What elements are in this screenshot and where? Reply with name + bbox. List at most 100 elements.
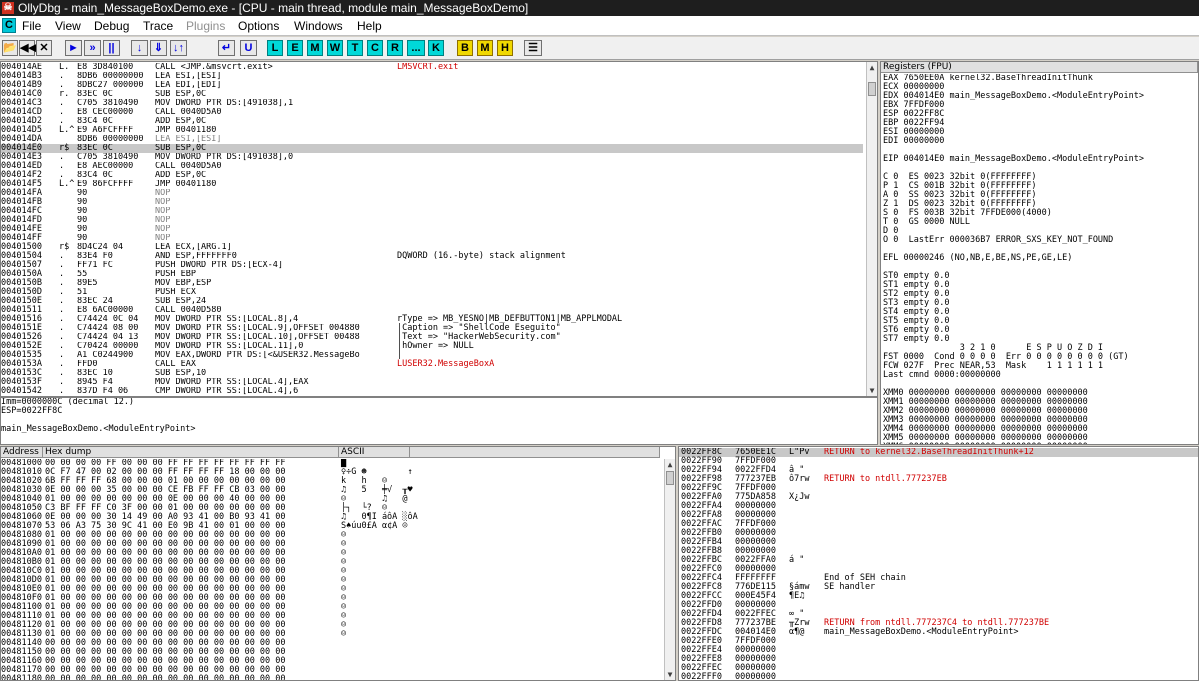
disasm-row[interactable]: 004014B9. 8DBC27 000000 LEA EDI,[EDI] [1,81,863,90]
open-file-icon[interactable]: 📂 [2,40,18,56]
window-button-t[interactable]: T [347,40,363,56]
disasm-row[interactable]: 00401542. 837D F4 06 CMP DWORD PTR SS:[LOC… [1,387,863,396]
trace-into-icon[interactable]: ⇓ [150,40,167,56]
scroll-up-icon[interactable]: ▲ [867,62,877,73]
disasm-row[interactable]: 004014F5 L.^ E9 86FCFFFF JMP 00401180 [1,180,863,189]
disasm-row[interactable]: 004014C3. C705 3810490 MOV DWORD PTR DS:[4… [1,99,863,108]
disasm-hex: C705 3810490 [77,99,139,108]
window-button-k[interactable]: K [428,40,444,56]
disasm-row[interactable]: 0040153A. FFD0 CALL EAX LUSER32.MessageBoxA [1,360,863,369]
register-line[interactable]: EDI 00000000 [883,137,1197,146]
disasm-row[interactable]: 004014D5 L.^ E9 A6FCFFFF JMP 00401180 [1,126,863,135]
disasm-row[interactable]: 0040150D. 51 PUSH ECX [1,288,863,297]
run-icon[interactable]: ► [65,40,82,56]
dump-ascii: S♠úu0£A α¢A ☺ [341,521,408,531]
register-line[interactable]: EIP 004014E0 main_MessageBoxDemo.<Module… [883,155,1197,164]
disasm-row[interactable]: 004014E0 r$ 83EC 0C SUB ESP,0C [1,144,863,153]
menu-help[interactable]: Help [357,16,382,36]
register-line[interactable]: Last cmnd 0000:00000000 [883,371,1197,380]
register-line[interactable]: XMM6 00000000 00000000 00000000 00000000 [883,443,1197,445]
user-code-icon[interactable]: U [240,40,257,56]
disasm-row[interactable]: 0040150A. 55 PUSH EBP [1,270,863,279]
menu-view[interactable]: View [55,16,81,36]
menu-trace[interactable]: Trace [143,16,173,36]
window-button-dots[interactable]: ... [407,40,425,56]
disasm-row[interactable]: 004014AE L. E8 3D840100 CALL <JMP.&msvcrt.e… [1,63,863,72]
window-button-h[interactable]: H [497,40,513,56]
window-button-w[interactable]: W [327,40,343,56]
disassembly-pane[interactable]: 004014AE L. E8 3D840100 CALL <JMP.&msvcrt.e… [0,61,878,397]
disasm-row[interactable]: 004014C0 r. 83EC 0C SUB ESP,0C [1,90,863,99]
disasm-row[interactable]: 0040153C. 83EC 10 SUB ESP,10 [1,369,863,378]
disasm-row[interactable]: 0040153F. 8945 F4 MOV DWORD PTR SS:[LOCAL.… [1,378,863,387]
dump-header-hex[interactable]: Hex dump [43,447,339,458]
disasm-hex: 90 [77,234,88,243]
disasm-row[interactable]: 004014FE 90 NOP [1,225,863,234]
window-button-m[interactable]: M [477,40,493,56]
dump-row[interactable]: 00481180 00 00 00 00 00 00 00 00 00 00 00… [1,675,659,681]
stack-row[interactable]: 0022FFF0 00000000 [679,673,1198,681]
disasm-instruction: CALL 0040D580 [155,306,222,315]
register-line[interactable]: T 0 GS 0000 NULL [883,218,1197,227]
disasm-row[interactable]: 004014D2. 83C4 0C ADD ESP,0C [1,117,863,126]
dump-scrollbar[interactable]: ▲ ▼ [664,459,675,680]
memory-dump-pane[interactable]: Address Hex dump ASCII 00481000 00 00 00 … [0,446,676,681]
disasm-row[interactable]: 0040152E. C70424 00000 MOV DWORD PTR SS:[L… [1,342,863,351]
disasm-instruction: CALL EAX [155,360,196,369]
registers-pane[interactable]: Registers (FPU) EAX 7650EE0A kernel32.Ba… [880,61,1199,445]
cpu-window-c-icon[interactable]: C [2,18,16,33]
disasm-hex: C74424 04 13 [77,333,139,342]
window-button-m[interactable]: M [307,40,323,56]
disasm-row[interactable]: 0040150B. 89E5 MOV EBP,ESP [1,279,863,288]
dump-header-ascii[interactable]: ASCII [339,447,410,458]
scroll-down-icon[interactable]: ▼ [867,385,877,396]
register-line[interactable]: EFL 00000246 (NO,NB,E,BE,NS,PE,GE,LE) [883,254,1197,263]
ollydbg-app-icon[interactable]: ☠ [2,2,14,14]
window-title-bar[interactable]: OllyDbg - main_MessageBoxDemo.exe - [CPU… [0,0,1199,16]
window-button-l[interactable]: L [267,40,283,56]
disasm-hex: 90 [77,225,88,234]
disasm-row[interactable]: 004014FB 90 NOP [1,198,863,207]
list-view-icon[interactable]: ☰ [524,40,542,56]
window-button-r[interactable]: R [387,40,403,56]
close-icon[interactable]: ✕ [36,40,52,56]
registers-header[interactable]: Registers (FPU) [881,62,1198,73]
menu-file[interactable]: File [22,16,41,36]
window-button-b[interactable]: B [457,40,473,56]
menu-windows[interactable]: Windows [294,16,343,36]
disasm-row[interactable]: 004014CD. E8 CEC00000 CALL 0040D5A0 [1,108,863,117]
disasm-row[interactable]: 004014FD 90 NOP [1,216,863,225]
register-line[interactable]: O 0 LastErr 000036B7 ERROR_SXS_KEY_NOT_F… [883,236,1197,245]
disasm-row[interactable]: 00401507. FF71 FC PUSH DWORD PTR DS:[ECX-4… [1,261,863,270]
trace-over-icon[interactable]: ↓↑ [170,40,187,56]
disasm-row[interactable]: 004014B3. 8DB6 00000000 LEA ESI,[ESI] [1,72,863,81]
disasm-row[interactable]: 004014E3. C705 3810490 MOV DWORD PTR DS:[4… [1,153,863,162]
disasm-instruction: CALL <JMP.&msvcrt.exit> [155,63,273,72]
stack-pane[interactable]: 0022FF8C 7650EE1C L"Pv RETURN to kernel32.B… [678,446,1199,681]
disasm-row[interactable]: 004014F2. 83C4 0C ADD ESP,0C [1,171,863,180]
step-into-icon[interactable]: » [84,40,101,56]
disasm-row[interactable]: 0040150E. 83EC 24 SUB ESP,24 [1,297,863,306]
execute-till-return-icon[interactable]: ↵ [218,40,235,56]
scroll-down-icon[interactable]: ▼ [665,669,675,680]
disasm-scrollbar[interactable]: ▲ ▼ [866,62,877,396]
disasm-instruction: AND ESP,FFFFFFF0 [155,252,237,261]
menu-debug[interactable]: Debug [94,16,129,36]
restart-icon[interactable]: ◀◀ [19,40,37,56]
disasm-row[interactable]: 004014FA 90 NOP [1,189,863,198]
scroll-thumb[interactable] [868,82,876,96]
dump-header-address[interactable]: Address [1,447,43,458]
disasm-row[interactable]: 004014FF 90 NOP [1,234,863,243]
menu-options[interactable]: Options [238,16,279,36]
scroll-up-icon[interactable]: ▲ [665,459,675,470]
menu-plugins[interactable]: Plugins [186,16,225,36]
disasm-row[interactable]: 00401504. 83E4 F0 AND ESP,FFFFFFF0 DQWORD (… [1,252,863,261]
window-button-e[interactable]: E [287,40,303,56]
disasm-row[interactable]: 004014FC 90 NOP [1,207,863,216]
step-over-icon[interactable]: ↓ [131,40,148,56]
scroll-thumb[interactable] [666,471,674,485]
window-button-c[interactable]: C [367,40,383,56]
pause-icon[interactable]: || [103,40,120,56]
disasm-row[interactable]: 004014ED. E8 AEC00000 CALL 0040D5A0 [1,162,863,171]
disasm-row[interactable]: 004014DA 8DB6 00000000 LEA ESI,[ESI] [1,135,863,144]
